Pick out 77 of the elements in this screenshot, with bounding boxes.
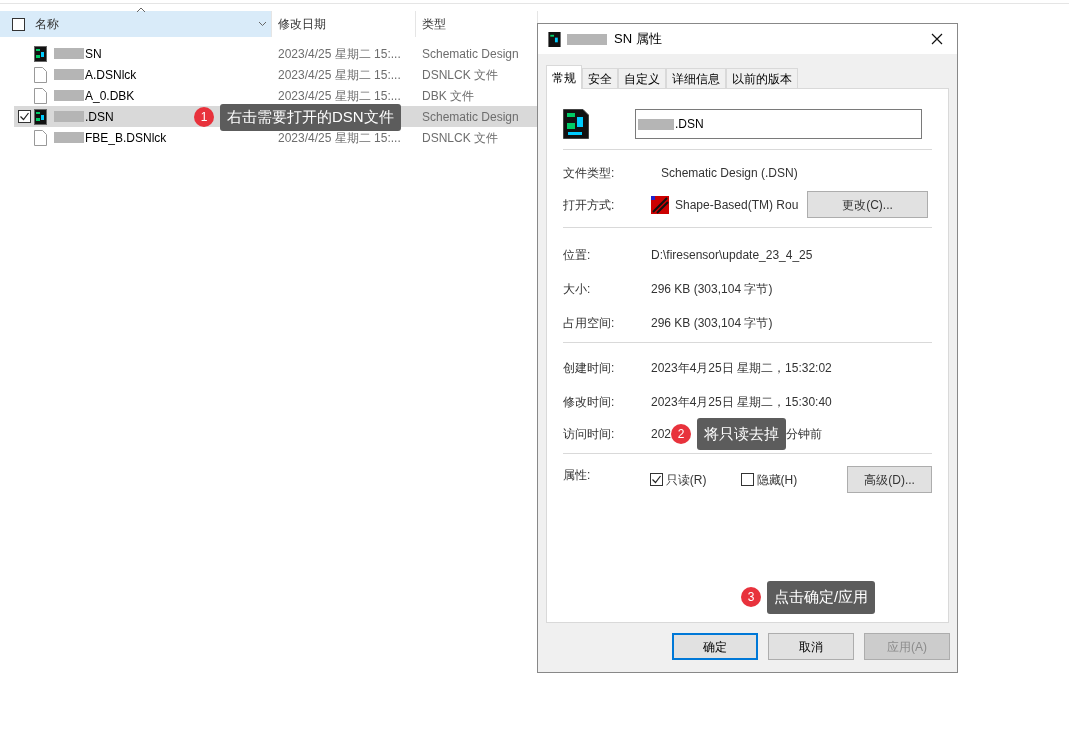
file-date: 2023/4/25 星期二 15:... [278,67,401,82]
app-icon [651,195,669,214]
hidden-checkbox[interactable] [740,473,754,486]
column-header[interactable]: 名称 [0,11,272,37]
readonly-label: 只读(R) [665,471,707,489]
file-row[interactable]: A_0.DBK 2023/4/25 星期二 15:... DBK 文件 [14,85,538,106]
step-badge: 2 [671,424,692,444]
advanced-button[interactable]: 高级(D)... [847,466,932,493]
blurred-text [54,48,84,59]
file-type: DSNLCK 文件 [422,129,498,147]
open-with-value: Shape-Based(TM) Rou [675,196,800,214]
file-date: 2023/4/25 星期二 15:... [278,46,401,61]
file-name: A_0.DBK [85,87,135,105]
file-icon [34,129,47,146]
disk-size-value: 296 KB (303,104 字节) [651,315,773,332]
location-label: 位置: [563,247,592,264]
tab[interactable]: 以前的版本 [726,68,798,89]
change-button[interactable]: 更改(C)... [807,191,928,218]
file-name: A.DSNlck [85,66,137,84]
hidden-label: 隐藏(H) [756,471,798,489]
select-all-checkbox[interactable] [12,17,25,31]
dialog-button[interactable]: 确定 [672,633,758,660]
file-date: 2023/4/25 星期二 15:... [278,88,401,103]
file-name: FBE_B.DSNlck [85,129,167,147]
callout-tooltip: 将只读去掉 [697,417,787,451]
callout-tooltip: 右击需要打开的DSN文件 [220,104,401,131]
file-type-value: Schematic Design (.DSN) [661,165,798,182]
blurred-text [54,90,84,101]
schematic-file-icon [548,31,561,47]
dropdown-caret-icon[interactable] [258,21,267,27]
open-with-label: 打开方式: [563,196,616,214]
readonly-checkbox[interactable] [649,473,663,486]
created-time-label: 创建时间: [563,360,616,377]
blurred-text [54,132,84,143]
file-icon [34,87,47,104]
column-header[interactable]: 修改日期 [272,11,416,37]
blurred-text [638,118,674,130]
tab[interactable]: 详细信息 [666,68,726,89]
disk-size-label: 占用空间: [563,315,616,332]
step-badge: 3 [741,587,761,608]
row-checkbox[interactable] [18,110,31,123]
file-type: Schematic Design [422,108,519,126]
modified-time-label: 修改时间: [563,394,616,411]
location-value: D:\firesensor\update_23_4_25 [651,247,813,264]
dialog-title: SN 属性 [614,30,662,49]
file-type: Schematic Design [422,45,519,63]
schematic-file-icon [563,109,589,139]
schematic-file-icon [34,108,47,125]
accessed-time-value: 分钟前 [786,426,823,443]
blurred-text [54,111,84,122]
close-icon[interactable] [931,33,943,45]
attributes-label: 属性: [563,467,592,484]
file-row[interactable]: SN 2023/4/25 星期二 15:... Schematic Design [14,43,538,64]
file-name: .DSN [85,108,114,126]
tab[interactable]: 安全 [582,68,618,89]
file-name: SN [85,45,102,63]
file-type: DBK 文件 [422,87,474,105]
properties-dialog: SN 属性 常规 安全 自定义 详细信息 以前的版本 .DSN 文件类型: Schematic Design (.DSN) 打开方式: Shape-Based(TM) Rou 更改(C)... 位置: D:\firesensor\update_23_4_25 大小: 296 KB (303,104 字节) 占用空间: 296 KB (303,104 字节) 创建时间: 2023年4月25日 星期二，15:32:02 修改时间: 2023年4月25日 星期二，15:30:40 访问时间: 202 2 将只读去掉 分钟前 属性: 只读(R) 隐藏(H) 高级(D)... 3 点击确定/应用 确定 取消 应用(A) [537,23,958,673]
accessed-time-value: 202 [651,426,672,443]
blurred-text [54,69,84,80]
blurred-text [567,33,607,45]
file-row[interactable]: A.DSNlck 2023/4/25 星期二 15:... DSNLCK 文件 [14,64,538,85]
tab[interactable]: 常规 [546,65,582,89]
size-value: 296 KB (303,104 字节) [651,281,773,298]
modified-time-value: 2023年4月25日 星期二，15:30:40 [651,394,832,411]
file-name-field[interactable]: .DSN [635,109,922,139]
file-type: DSNLCK 文件 [422,66,498,84]
file-icon [34,66,47,83]
file-date: 2023/4/25 星期二 15:... [278,130,401,145]
size-label: 大小: [563,281,592,298]
sort-caret-icon [136,7,146,13]
accessed-time-label: 访问时间: [563,426,616,443]
created-time-value: 2023年4月25日 星期二，15:32:02 [651,360,832,377]
tab[interactable]: 自定义 [618,68,666,89]
schematic-file-icon [34,45,47,62]
callout-tooltip: 点击确定/应用 [767,581,876,614]
dialog-button[interactable]: 取消 [768,633,854,660]
